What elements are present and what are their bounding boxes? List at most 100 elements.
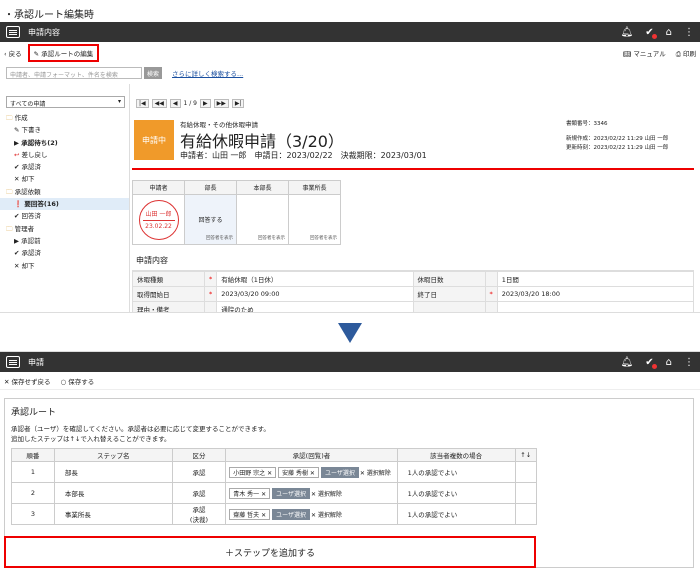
approval-header: 申請者: [132, 180, 185, 195]
tree-item[interactable]: ✔ 承認済: [0, 247, 129, 259]
add-step-button[interactable]: ＋ステップを追加する: [4, 536, 536, 568]
search-button[interactable]: 検索: [144, 67, 163, 79]
page-caption: ・承認ルート編集時: [4, 10, 94, 21]
show-approver-button[interactable]: 回答者を表示: [206, 235, 233, 241]
field-label: 休暇種類: [132, 271, 205, 287]
step-name: 本部長: [53, 482, 173, 504]
tree-item[interactable]: ✕ 却下: [0, 173, 129, 185]
approver-chip[interactable]: 青木 秀一 ✕: [229, 487, 271, 499]
app-bar-title: 申請: [28, 357, 44, 367]
tree-item[interactable]: 🗀 承認依頼: [0, 186, 129, 198]
request-fields-table: 休暇種類 * 有給休暇（1日休） 休暇日数 1日間 取得開始日 * 2023/03/20 09…: [132, 271, 695, 312]
first-page-button[interactable]: |◀: [136, 98, 149, 108]
user-select-button[interactable]: ユーザ選択: [272, 487, 310, 499]
cancel-button[interactable]: ✕ 保存せず戻る: [4, 376, 51, 386]
menu-icon[interactable]: [6, 26, 20, 38]
next-next-button[interactable]: ▶▶: [213, 98, 229, 108]
tree-item[interactable]: ✎ 下書き: [0, 124, 129, 136]
approval-check-icon[interactable]: ✔: [645, 357, 657, 369]
last-page-button[interactable]: ▶|: [231, 98, 245, 108]
tree-item-label: 作成: [14, 114, 28, 122]
approval-stamp-table: 申請者 部長 本部長 事業所長 山田 一郎 23.02.22 回答する 回答者を表…: [132, 180, 341, 245]
approver-chip[interactable]: 小田野 宗之 ✕: [229, 466, 277, 478]
tree-item[interactable]: ▶ 承認前: [0, 235, 129, 247]
user-select-button[interactable]: ユーザ選択: [320, 466, 359, 478]
more-icon[interactable]: ⋮: [684, 27, 694, 38]
approval-cell: 回答者を表示: [236, 194, 289, 245]
approval-stamp: 山田 一郎 23.02.22: [138, 199, 179, 240]
save-button[interactable]: ○ 保存する: [61, 376, 95, 386]
return-icon: ↩: [14, 150, 22, 159]
bell-icon[interactable]: 🔔︎: [621, 27, 634, 38]
field-value: 1日間: [496, 271, 695, 287]
tree-item[interactable]: 🗀 作成: [0, 112, 129, 124]
tree-item[interactable]: 🗀 管理者: [0, 223, 129, 235]
document-info: 書類番号：3346 新規作成：2023/02/22 11:29 山田 一郎 更新…: [566, 120, 682, 153]
prev-button[interactable]: ◀: [169, 98, 181, 108]
approval-header: 部長: [184, 180, 237, 195]
request-view-panel: 申請内容 🔔︎ ✔ ⌂ ⋮ ‹ 戻る ✎ 承認ルートの編集 📖︎ マニュアル ⎙…: [0, 22, 700, 312]
prev-prev-button[interactable]: ◀◀: [151, 98, 167, 108]
required-mark: [204, 301, 218, 312]
answer-cell[interactable]: 回答する 回答者を表示: [184, 194, 237, 245]
next-button[interactable]: ▶: [199, 98, 211, 108]
document-number: 書類番号：3346: [566, 121, 608, 127]
manual-button[interactable]: 📖︎ マニュアル: [623, 48, 666, 59]
field-value: [496, 301, 695, 312]
tree-item[interactable]: ↩ 差し戻し: [0, 149, 129, 161]
route-table: 順番 ステップ名 区分 承認(回覧)者 該当者複数の場合 ↑↓ 1 部長 承認 小田野 宗之 ✕ 安…: [11, 448, 538, 525]
back-button[interactable]: ‹ 戻る: [4, 48, 22, 58]
page-indicator: 1 / 9: [183, 99, 197, 107]
required-mark: *: [204, 286, 218, 302]
approver-chip[interactable]: 齋藤 哲夫 ✕: [229, 508, 271, 520]
home-icon[interactable]: ⌂: [666, 357, 672, 368]
document-title: 有給休暇申請（3/20）: [180, 132, 344, 151]
transition-band: [0, 312, 700, 352]
tree-item[interactable]: ✔ 承認済: [0, 161, 129, 173]
print-button[interactable]: ⎙ 印刷: [676, 48, 696, 59]
approvers-cell: 小田野 宗之 ✕ 安藤 秀樹 ✕ ユーザ選択 ✕ 選択解除: [225, 461, 398, 483]
route-description: 承認者（ユーザ）を確認してください。承認者は必要に応じて変更することができます。: [11, 425, 270, 433]
advanced-search-link[interactable]: さらに詳しく検索する...: [172, 68, 243, 78]
route-header: 承認(回覧)者: [225, 448, 398, 462]
route-description: 追加したステップは↑↓で入れ替えることができます。: [11, 435, 171, 443]
route-toolbar: ✕ 保存せず戻る ○ 保存する: [0, 372, 700, 390]
check-icon: ✔: [14, 212, 22, 221]
toolbar: ‹ 戻る ✎ 承認ルートの編集 📖︎ マニュアル ⎙ 印刷: [0, 42, 700, 64]
required-mark: [485, 271, 498, 287]
app-bar-title: 申請内容: [28, 27, 60, 37]
search-input[interactable]: 申請者、申請フォーマット、件名を検索: [6, 67, 142, 79]
required-mark: [485, 301, 498, 312]
approval-check-icon[interactable]: ✔: [645, 27, 657, 39]
tree-item-label: 要回答(16): [24, 200, 59, 209]
menu-icon[interactable]: [6, 356, 20, 368]
route-header: 区分: [171, 448, 227, 462]
step-type: 承認: [171, 461, 227, 483]
user-select-button[interactable]: ユーザ選択: [272, 508, 310, 520]
tree-item-label: 差し戻し: [21, 150, 48, 159]
clear-selection-button[interactable]: ✕ 選択解除: [360, 470, 391, 477]
field-label: [412, 301, 486, 312]
show-approver-button[interactable]: 回答者を表示: [258, 235, 285, 241]
tree-item[interactable]: ✔ 回答済: [0, 210, 129, 222]
step-order: 2: [11, 482, 55, 504]
route-row: 1 部長 承認 小田野 宗之 ✕ 安藤 秀樹 ✕ ユーザ選択 ✕ 選択解除 1人の承認でよい: [11, 461, 538, 483]
reorder-cell: [514, 482, 538, 504]
more-icon[interactable]: ⋮: [684, 357, 694, 368]
tree-item[interactable]: ❗ 要回答(16): [0, 198, 129, 211]
tree-item[interactable]: ▶ 承認待ち(2): [0, 137, 129, 149]
show-approver-button[interactable]: 回答者を表示: [310, 235, 337, 241]
tree-item[interactable]: ✕ 却下: [0, 260, 129, 272]
clear-selection-button[interactable]: ✕ 選択解除: [311, 491, 342, 498]
home-icon[interactable]: ⌂: [666, 27, 672, 38]
edit-route-button[interactable]: ✎ 承認ルートの編集: [27, 44, 100, 62]
bell-icon[interactable]: 🔔︎: [621, 357, 634, 368]
tree-item-label: 管理者: [14, 224, 35, 233]
check-icon: ✔: [14, 249, 22, 258]
tree-item-label: 回答済: [21, 212, 42, 221]
answer-button[interactable]: 回答する: [198, 217, 222, 224]
clear-selection-button[interactable]: ✕ 選択解除: [311, 512, 342, 519]
filter-select[interactable]: すべての申請: [6, 96, 125, 108]
approver-chip[interactable]: 安藤 秀樹 ✕: [278, 466, 319, 478]
route-header: 該当者複数の場合: [396, 448, 516, 462]
